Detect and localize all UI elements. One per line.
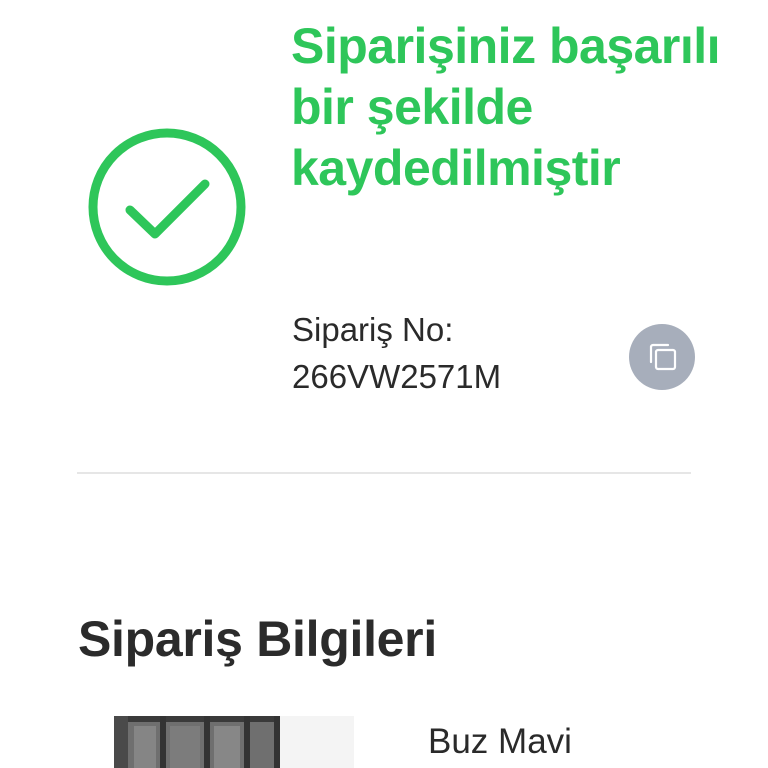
copy-order-number-button[interactable] — [629, 324, 695, 390]
order-number-label: Sipariş No: — [292, 311, 454, 348]
order-number-value: 266VW2571M — [292, 358, 502, 395]
copy-icon — [649, 343, 677, 371]
product-image[interactable] — [114, 716, 354, 768]
product-name[interactable]: Buz Mavi — [428, 720, 572, 764]
section-divider — [77, 472, 691, 474]
success-title: Siparişiniz başarılı bir şekilde kaydedi… — [291, 18, 721, 196]
order-info-title: Sipariş Bilgileri — [78, 611, 437, 667]
success-check-icon — [86, 126, 248, 288]
